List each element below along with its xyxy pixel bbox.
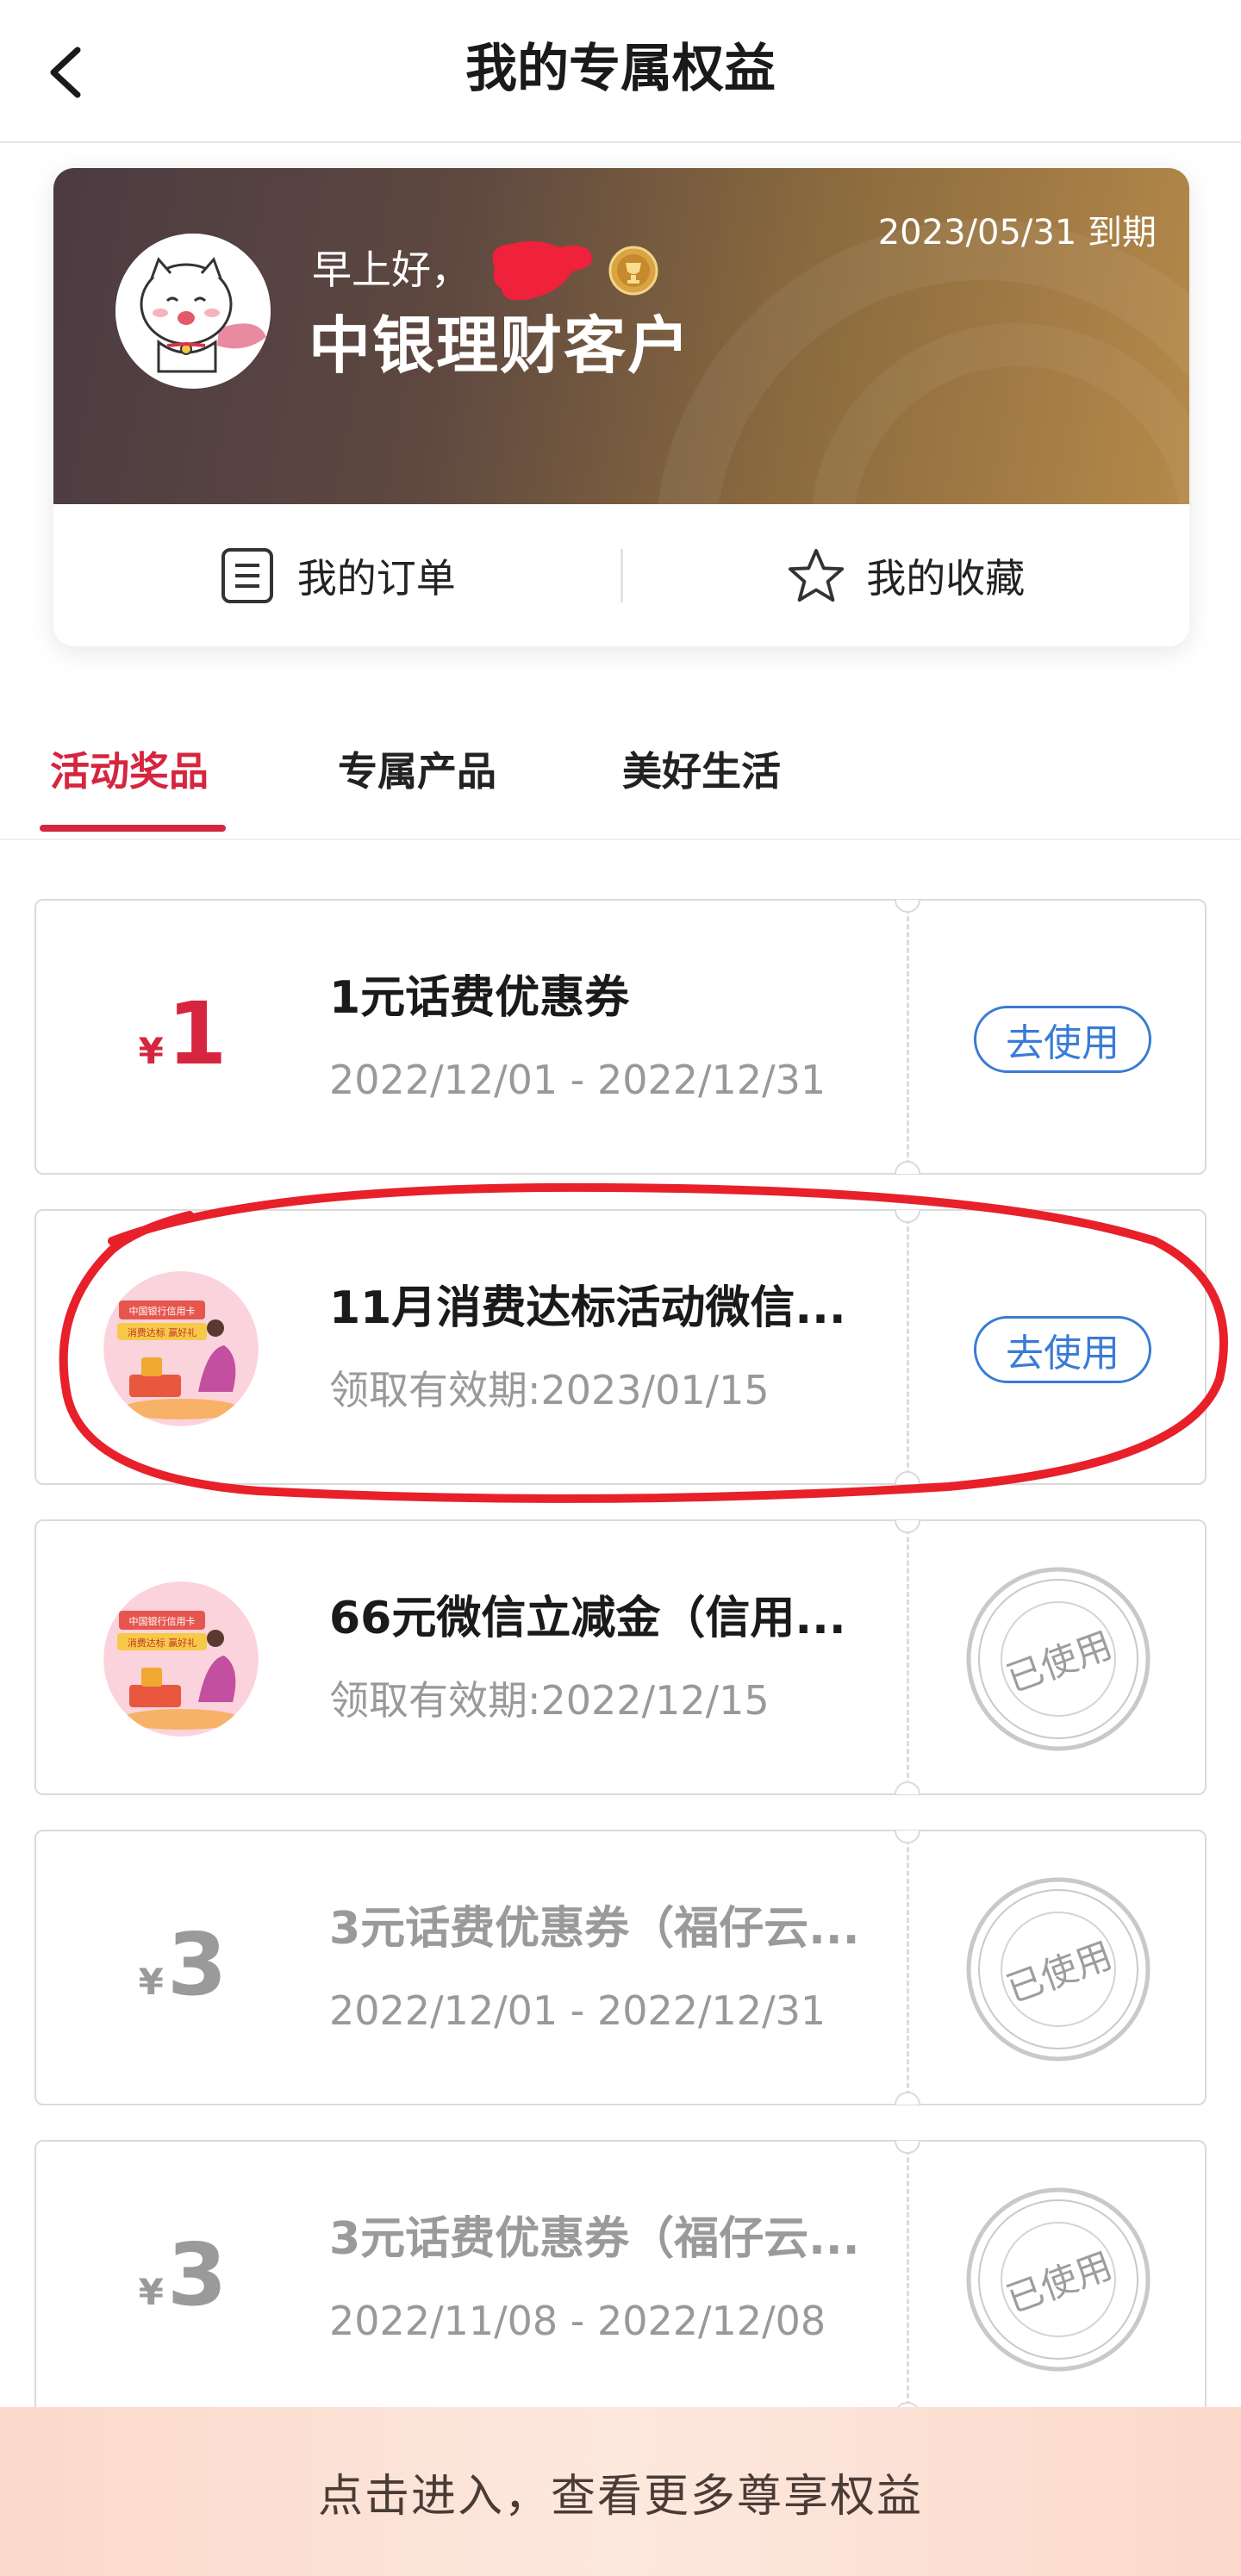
coupon-validity: 2022/12/01 - 2022/12/31 [329,1057,826,1103]
order-list-icon [218,546,277,605]
coupon-card[interactable]: ¥3 3元话费优惠券（福仔云... 2022/11/08 - 2022/12/0… [34,2140,1207,2416]
avatar[interactable] [115,234,271,389]
coupon-amount: ¥3 [138,1914,228,2015]
coupon-title: 3元话费优惠券（福仔云... [329,2213,860,2265]
used-stamp: 已使用 [963,1874,1153,2064]
coupon-title: 66元微信立减金（信用... [329,1593,846,1644]
coupon-validity: 领取有效期:2023/01/15 [329,1367,770,1413]
star-icon [787,546,845,605]
promo-thumbnail: 中国银行信用卡 消费达标 赢好礼 [103,1271,259,1426]
coupon-title: 1元话费优惠券 [329,972,630,1024]
tab-good-life[interactable]: 美好生活 [622,737,781,806]
coupon-amount: ¥3 [138,2224,228,2325]
medal-icon [608,246,658,296]
my-orders-label: 我的订单 [296,554,456,602]
app-header: 我的专属权益 [0,0,1241,143]
used-stamp: 已使用 [963,2185,1153,2374]
use-coupon-button[interactable]: 去使用 [974,1316,1151,1383]
used-stamp: 已使用 [963,1564,1153,1754]
profile-banner: 2023/05/31 到期 早上好， 中银理财客户 [53,168,1189,646]
svg-text:中国银行信用卡: 中国银行信用卡 [129,1305,196,1317]
page-title: 我的专属权益 [465,39,776,99]
coupon-amount: ¥1 [138,983,228,1084]
svg-text:消费达标 赢好礼: 消费达标 赢好礼 [128,1637,197,1649]
coupon-card[interactable]: ¥3 3元话费优惠券（福仔云... 2022/12/01 - 2022/12/3… [34,1830,1207,2105]
expiry-date: 2023/05/31 到期 [877,213,1157,253]
category-tabs: 活动奖品 专属产品 美好生活 [0,720,1241,840]
customer-level: 中银理财客户 [309,309,692,382]
coupon-title: 11月消费达标活动微信... [329,1282,846,1334]
tab-activity-prizes[interactable]: 活动奖品 [50,737,209,806]
coupon-card[interactable]: 中国银行信用卡 消费达标 赢好礼 11月消费达标活动微信... 领取有效期:20… [34,1209,1207,1485]
svg-text:中国银行信用卡: 中国银行信用卡 [129,1615,196,1627]
coupon-title: 3元话费优惠券（福仔云... [329,1903,860,1955]
cat-avatar-icon [115,234,271,389]
coupon-validity: 领取有效期:2022/12/15 [329,1677,770,1724]
redaction-mark [492,240,593,301]
coupon-validity: 2022/12/01 - 2022/12/31 [329,1987,826,2034]
my-favorites-button[interactable]: 我的收藏 [623,504,1190,646]
promo-thumbnail: 中国银行信用卡 消费达标 赢好礼 [103,1581,259,1737]
my-orders-button[interactable]: 我的订单 [53,504,620,646]
coupon-card[interactable]: 中国银行信用卡 消费达标 赢好礼 66元微信立减金（信用... 领取有效期:20… [34,1519,1207,1795]
use-coupon-button[interactable]: 去使用 [974,1006,1151,1073]
my-favorites-label: 我的收藏 [866,554,1026,602]
more-benefits-banner[interactable]: 点击进入，查看更多尊享权益 [0,2407,1241,2576]
coupon-card[interactable]: ¥1 1元话费优惠券 2022/12/01 - 2022/12/31 去使用 [34,899,1207,1175]
tab-exclusive-products[interactable]: 专属产品 [338,737,496,806]
active-tab-indicator [40,825,226,832]
coupon-validity: 2022/11/08 - 2022/12/08 [329,2298,826,2344]
svg-text:消费达标 赢好礼: 消费达标 赢好礼 [128,1326,197,1338]
greeting-text: 早上好， [312,246,471,293]
profile-card: 2023/05/31 到期 早上好， 中银理财客户 我的订单 我的收藏 [53,168,1189,646]
card-actions: 我的订单 我的收藏 [53,504,1189,646]
